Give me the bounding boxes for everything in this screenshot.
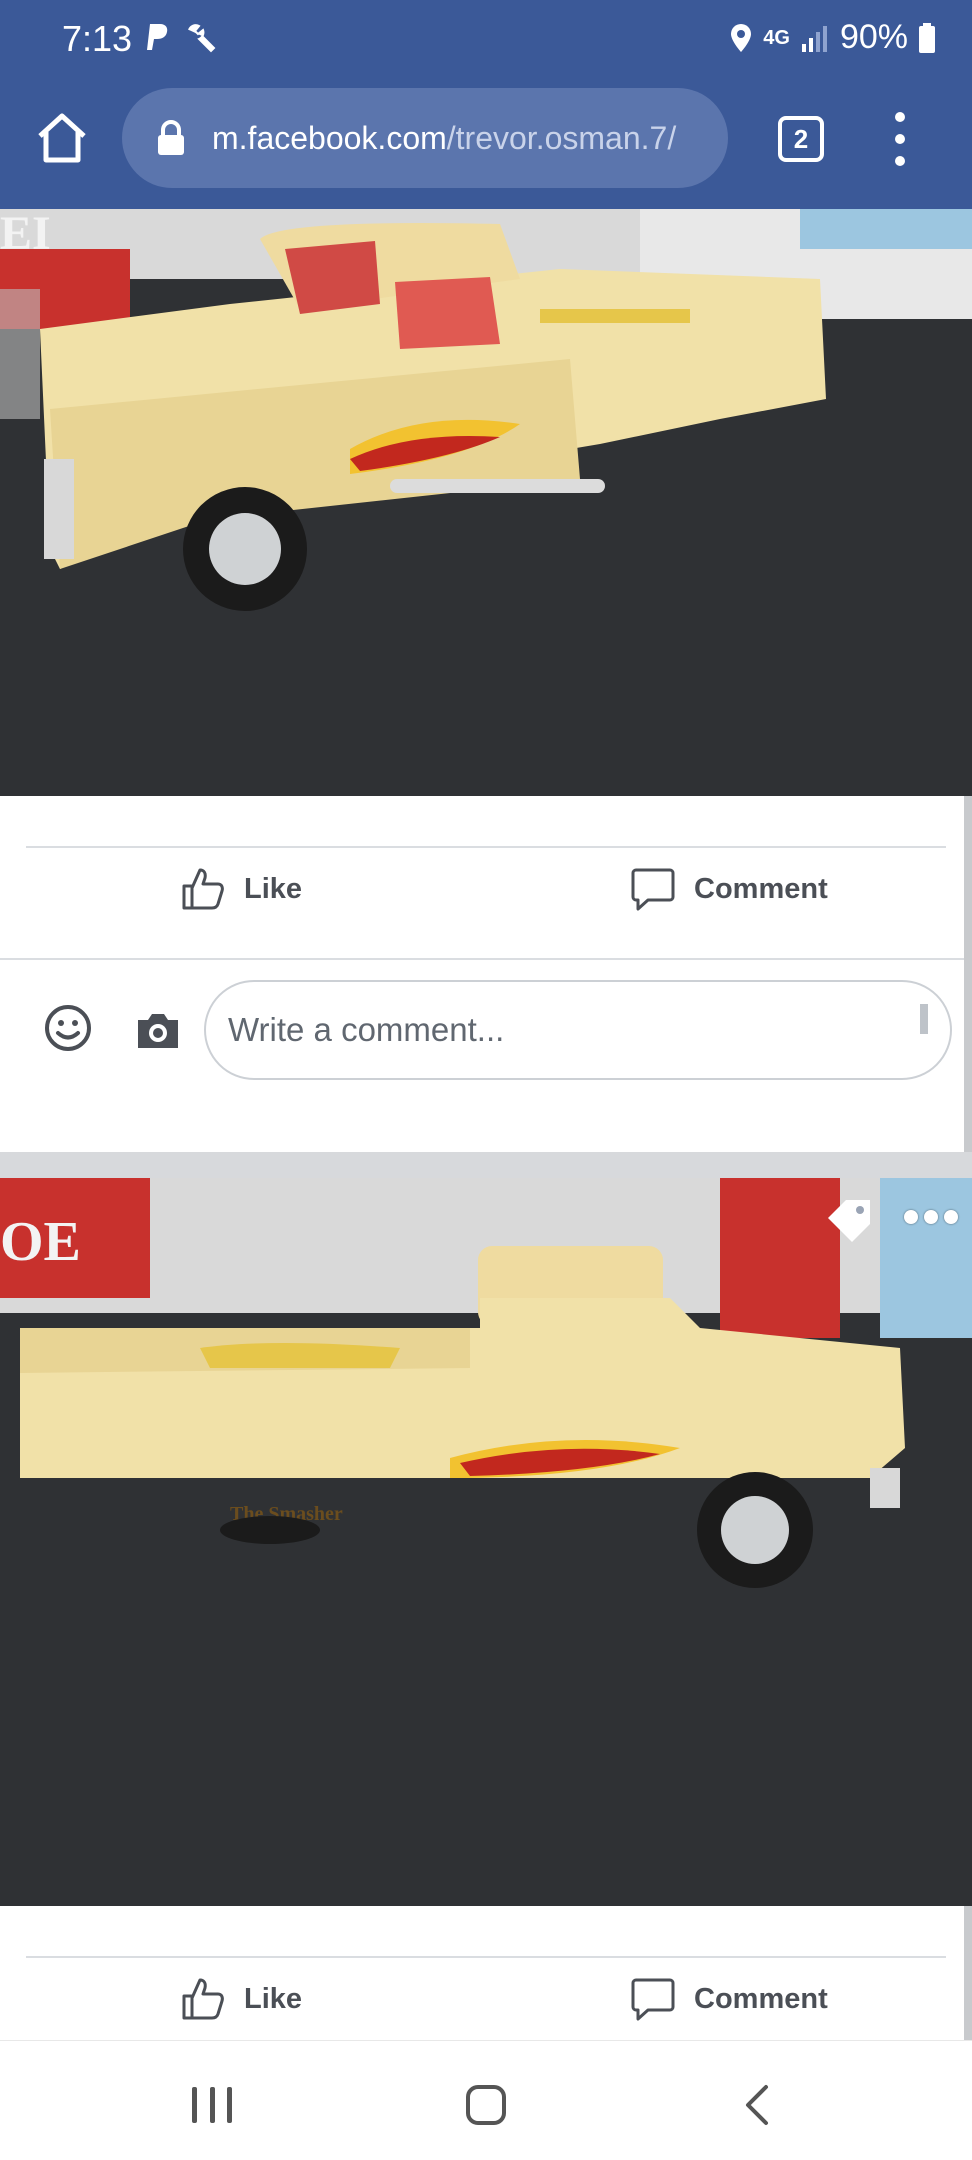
post-footer: Like Comment Write a comment... xyxy=(0,796,970,1152)
status-right: 4G 90% xyxy=(729,18,936,57)
like-button[interactable]: Like xyxy=(180,866,302,912)
comment-placeholder: Write a comment... xyxy=(228,1011,505,1048)
battery-icon xyxy=(919,22,935,53)
url-path: /trevor.osman.7/ xyxy=(446,119,677,156)
status-left-icons xyxy=(145,22,217,54)
overflow-menu-icon[interactable] xyxy=(890,112,910,166)
network-type: 4G xyxy=(763,26,790,49)
toy-truck-photo: EI xyxy=(0,209,972,796)
like-button[interactable]: Like xyxy=(180,1976,302,2022)
toy-truck-photo: OE The Smasher xyxy=(0,1178,972,1906)
emoji-icon[interactable] xyxy=(44,1004,92,1052)
svg-text:EI: EI xyxy=(0,209,51,260)
home-button[interactable] xyxy=(466,2085,506,2125)
paypal-icon xyxy=(147,24,168,50)
divider xyxy=(26,846,946,848)
address-bar-row: m.facebook.com/trevor.osman.7/ 2 xyxy=(0,88,972,192)
thumbs-up-icon xyxy=(182,1978,224,2020)
post-footer: Like Comment xyxy=(0,1906,970,2040)
post-photo[interactable]: EI xyxy=(0,209,972,796)
recent-apps-icon[interactable] xyxy=(192,2087,232,2123)
comment-button[interactable]: Comment xyxy=(630,866,828,912)
comment-label: Comment xyxy=(694,872,828,905)
system-nav-bar xyxy=(0,2040,972,2160)
svg-text:OE: OE xyxy=(0,1211,81,1273)
tab-switcher-button[interactable]: 2 xyxy=(778,116,824,162)
comment-icon xyxy=(631,868,675,911)
comment-icon xyxy=(631,1978,675,2021)
comment-input[interactable]: Write a comment... xyxy=(204,980,952,1080)
url-text: m.facebook.com/trevor.osman.7/ xyxy=(212,120,676,157)
browser-top-bar: 7:13 4G 90% m.facebook.com/trevor.osman.… xyxy=(0,0,972,209)
home-icon[interactable] xyxy=(34,110,90,166)
thumbs-up-icon xyxy=(182,868,224,910)
comment-label: Comment xyxy=(694,1982,828,2015)
back-icon[interactable] xyxy=(740,2083,776,2127)
camera-icon[interactable] xyxy=(134,1008,182,1052)
divider xyxy=(26,1956,946,1958)
divider xyxy=(0,958,970,960)
lock-icon xyxy=(158,120,184,155)
scrollbar[interactable] xyxy=(964,1906,972,2040)
text-cursor xyxy=(920,1004,928,1034)
signal-icon xyxy=(801,25,827,52)
photo-more-options-icon[interactable] xyxy=(904,1210,958,1224)
like-label: Like xyxy=(244,872,303,905)
location-icon xyxy=(731,23,752,52)
like-label: Like xyxy=(244,1982,303,2015)
feed-separator xyxy=(0,1152,972,1178)
post-photo[interactable]: OE The Smasher xyxy=(0,1178,972,1906)
status-time: 7:13 xyxy=(62,18,133,59)
status-bar: 7:13 4G 90% xyxy=(0,0,972,82)
wrench-icon xyxy=(188,24,216,53)
comment-composer: Write a comment... xyxy=(0,980,970,1100)
tag-icon[interactable] xyxy=(824,1196,874,1246)
address-bar[interactable]: m.facebook.com/trevor.osman.7/ xyxy=(122,88,728,188)
url-host: m.facebook.com xyxy=(212,119,447,156)
scrollbar[interactable] xyxy=(964,796,972,1152)
comment-button[interactable]: Comment xyxy=(630,1976,828,2022)
battery-percent: 90% xyxy=(839,18,908,56)
